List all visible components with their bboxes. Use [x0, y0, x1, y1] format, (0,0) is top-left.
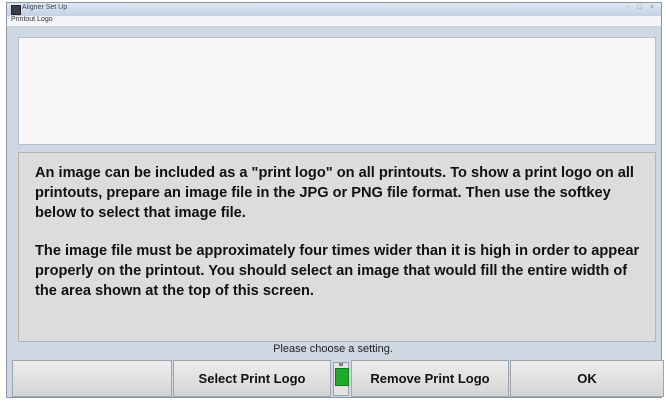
logo-enabled-indicator: [333, 362, 349, 396]
status-message: Please choose a setting.: [273, 343, 393, 355]
info-paragraph-1: An image can be included as a "print log…: [35, 165, 634, 221]
select-print-logo-button[interactable]: Select Print Logo: [173, 360, 331, 397]
window-title: Aligner Set Up: [22, 4, 68, 11]
green-led-icon: [335, 368, 349, 386]
logo-preview-area: [18, 37, 656, 145]
screen-label: Printout Logo: [11, 16, 53, 23]
window-controls[interactable]: - □ ×: [627, 4, 657, 11]
softkey-1-button[interactable]: [12, 360, 172, 397]
ok-button[interactable]: OK: [510, 360, 664, 397]
remove-print-logo-button[interactable]: Remove Print Logo: [351, 360, 509, 397]
indicator-tick: [339, 363, 343, 366]
info-paragraph-2: The image file must be approximately fou…: [35, 243, 640, 299]
title-bar: Aligner Set Up - □ ×: [7, 3, 661, 16]
menu-bar: Printout Logo: [7, 16, 661, 27]
app-icon: [11, 5, 21, 15]
info-panel: An image can be included as a "print log…: [18, 152, 656, 342]
